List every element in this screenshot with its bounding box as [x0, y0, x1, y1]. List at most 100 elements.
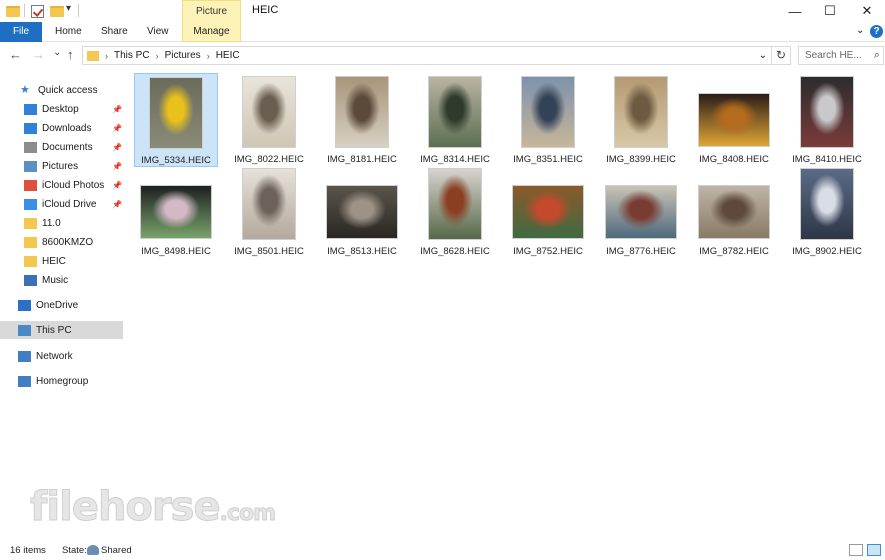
toolbar-divider — [24, 4, 25, 17]
search-placeholder: Search HE... — [805, 50, 862, 61]
image-thumbnail — [149, 77, 203, 149]
refresh-button[interactable]: ↻ — [772, 46, 791, 65]
sidebar-item-label: 8600KMZO — [42, 236, 94, 248]
documents-icon — [24, 141, 37, 153]
sidebar-item-label: Music — [42, 274, 69, 286]
item-count: 16 items — [10, 545, 46, 556]
sidebar-item-label: Quick access — [38, 84, 98, 96]
sidebar-item-quick-access[interactable]: ★ Quick access — [0, 81, 123, 99]
large-icons-view-button[interactable] — [867, 544, 881, 556]
back-button[interactable]: ← — [9, 47, 22, 62]
window-title: HEIC — [252, 4, 279, 16]
properties-check-icon[interactable] — [31, 3, 44, 19]
tab-manage[interactable]: Manage — [182, 22, 241, 42]
file-name: IMG_8776.HEIC — [606, 246, 676, 257]
file-tile[interactable]: IMG_8181.HEIC — [320, 73, 404, 167]
sidebar-item-onedrive[interactable]: OneDrive — [0, 296, 123, 314]
file-tile[interactable]: IMG_8501.HEIC — [227, 165, 311, 259]
picture-tools-label: Picture Tools — [182, 0, 241, 39]
file-tile[interactable]: IMG_8782.HEIC — [692, 165, 776, 259]
file-tile[interactable]: IMG_8314.HEIC — [413, 73, 497, 167]
file-tile[interactable]: IMG_8752.HEIC — [506, 165, 590, 259]
search-input[interactable]: Search HE... ⌕ — [798, 46, 884, 65]
up-button[interactable]: ↑ — [67, 47, 74, 62]
sidebar-item-desktop[interactable]: Desktop 📌 — [0, 100, 123, 118]
file-tile[interactable]: IMG_5334.HEIC — [134, 73, 218, 167]
file-tile[interactable]: IMG_8399.HEIC — [599, 73, 683, 167]
shared-users-icon — [87, 545, 99, 555]
tab-home[interactable]: Home — [55, 22, 82, 42]
breadcrumb-pictures[interactable]: Pictures — [165, 50, 201, 61]
pin-icon[interactable]: 📌 — [112, 162, 122, 171]
file-name: IMG_8902.HEIC — [792, 246, 862, 257]
sidebar-item-label: Pictures — [42, 160, 79, 172]
address-bar[interactable]: › This PC › Pictures › HEIC ⌄ — [82, 46, 772, 65]
file-name: IMG_8181.HEIC — [327, 154, 397, 165]
search-icon: ⌕ — [873, 49, 880, 61]
file-tile[interactable]: IMG_8513.HEIC — [320, 165, 404, 259]
watermark-suffix: .com — [219, 501, 276, 527]
sidebar-item-this-pc[interactable]: This PC — [0, 321, 123, 339]
file-tile[interactable]: IMG_8628.HEIC — [413, 165, 497, 259]
image-thumbnail — [614, 76, 668, 148]
file-tile[interactable]: IMG_8498.HEIC — [134, 165, 218, 259]
image-thumbnail — [140, 185, 212, 239]
image-thumbnail — [521, 76, 575, 148]
file-tile[interactable]: IMG_8902.HEIC — [785, 165, 869, 259]
breadcrumb-this-pc[interactable]: This PC — [114, 50, 150, 61]
music-icon — [24, 274, 37, 286]
file-name: IMG_8410.HEIC — [792, 154, 862, 165]
breadcrumb-heic[interactable]: HEIC — [216, 50, 240, 61]
homegroup-icon — [18, 375, 31, 387]
customize-toolbar-dropdown[interactable]: ▾ — [66, 3, 71, 14]
network-icon — [18, 350, 31, 362]
help-icon[interactable]: ? — [870, 25, 883, 38]
sidebar-item-icloud-drive[interactable]: iCloud Drive 📌 — [0, 195, 123, 213]
toolbar-divider — [78, 4, 79, 17]
sidebar-item-8600kmzo[interactable]: 8600KMZO — [0, 233, 123, 251]
sidebar-item-icloud-photos[interactable]: iCloud Photos 📌 — [0, 176, 123, 194]
sidebar-item-homegroup[interactable]: Homegroup — [0, 372, 123, 390]
breadcrumb-separator: › — [155, 50, 159, 61]
file-grid: IMG_5334.HEIC IMG_8022.HEIC IMG_8181.HEIC I… — [130, 70, 880, 540]
file-tile[interactable]: IMG_8408.HEIC — [692, 73, 776, 167]
file-tile[interactable]: IMG_8410.HEIC — [785, 73, 869, 167]
pin-icon[interactable]: 📌 — [112, 124, 122, 133]
new-folder-icon[interactable] — [50, 3, 64, 19]
sidebar-item-downloads[interactable]: Downloads 📌 — [0, 119, 123, 137]
sidebar-item-network[interactable]: Network — [0, 347, 123, 365]
sidebar-item-documents[interactable]: Documents 📌 — [0, 138, 123, 156]
pin-icon[interactable]: 📌 — [112, 143, 122, 152]
star-icon: ★ — [20, 83, 30, 96]
sidebar-item-music[interactable]: Music — [0, 271, 123, 289]
forward-button[interactable]: → — [32, 47, 45, 62]
sidebar-item-pictures[interactable]: Pictures 📌 — [0, 157, 123, 175]
file-tile[interactable]: IMG_8022.HEIC — [227, 73, 311, 167]
tab-view[interactable]: View — [147, 22, 169, 42]
image-thumbnail — [512, 185, 584, 239]
sidebar-item-heic[interactable]: HEIC — [0, 252, 123, 270]
close-button[interactable]: ✕ — [849, 0, 885, 22]
tab-file[interactable]: File — [0, 22, 42, 42]
collapse-ribbon-icon[interactable]: ⌄ — [856, 25, 864, 36]
address-dropdown-icon[interactable]: ⌄ — [759, 50, 767, 61]
state-label: State: — [62, 545, 87, 556]
tab-share[interactable]: Share — [101, 22, 128, 42]
folder-icon — [24, 255, 37, 267]
details-view-button[interactable] — [849, 544, 863, 556]
image-thumbnail — [428, 168, 482, 240]
status-bar: 16 items State: Shared — [0, 543, 885, 560]
image-thumbnail — [335, 76, 389, 148]
recent-locations-button[interactable]: ⌄ — [53, 47, 61, 58]
file-tile[interactable]: IMG_8351.HEIC — [506, 73, 590, 167]
file-tile[interactable]: IMG_8776.HEIC — [599, 165, 683, 259]
minimize-button[interactable]: — — [777, 0, 813, 22]
pin-icon[interactable]: 📌 — [112, 181, 122, 190]
folder-icon — [24, 217, 37, 229]
sidebar-item-11-0[interactable]: 11.0 — [0, 214, 123, 232]
maximize-button[interactable]: ☐ — [812, 0, 848, 22]
pin-icon[interactable]: 📌 — [112, 200, 122, 209]
file-name: IMG_8399.HEIC — [606, 154, 676, 165]
pin-icon[interactable]: 📌 — [112, 105, 122, 114]
file-name: IMG_8408.HEIC — [699, 154, 769, 165]
